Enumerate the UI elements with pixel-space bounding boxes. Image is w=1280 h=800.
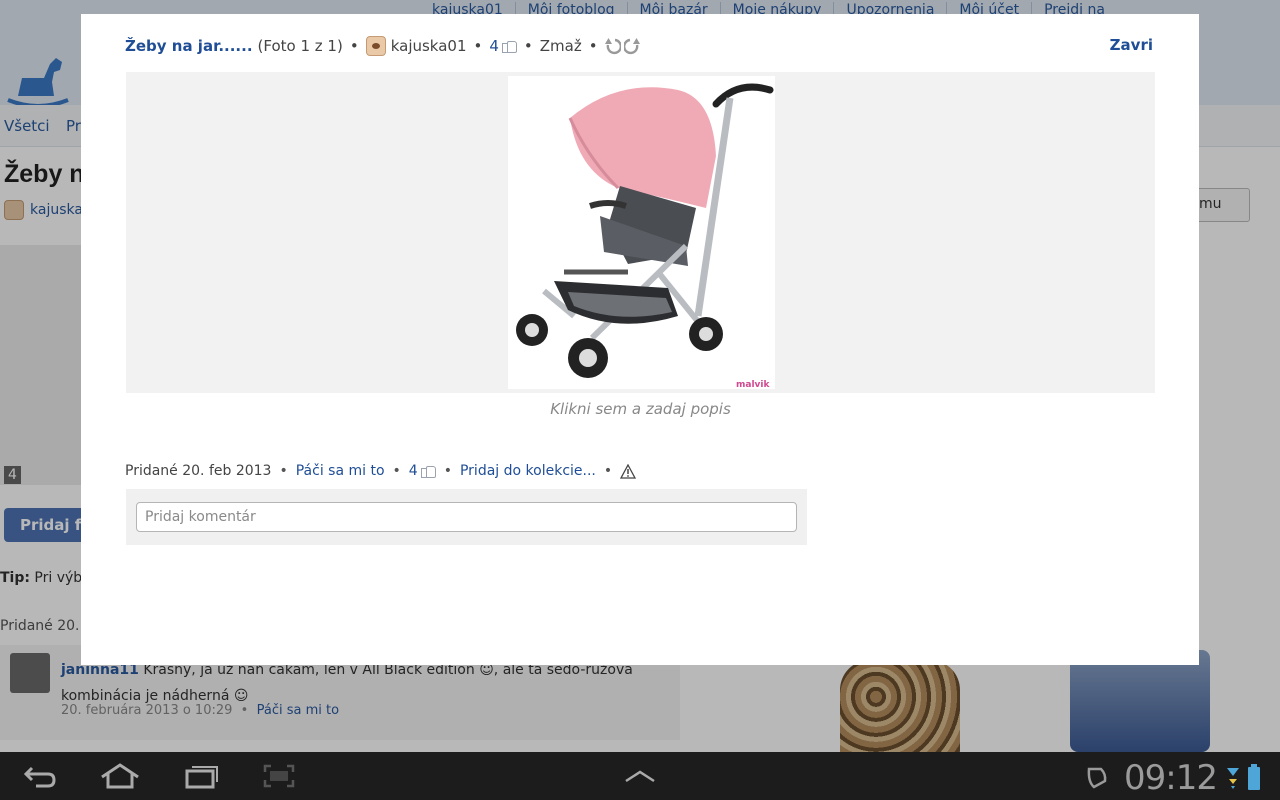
thumbs-up-icon[interactable] [420,464,436,479]
close-button[interactable]: Zavri [1110,36,1153,54]
like-count[interactable]: 4 [489,37,499,55]
author-name[interactable]: kajuska01 [391,37,467,55]
system-navigation-bar: 09:12 [0,752,1280,800]
thumbs-up-icon[interactable] [501,39,517,54]
chevron-up-icon [625,770,655,783]
like-link[interactable]: Páči sa mi to [296,463,385,479]
stroller-photo[interactable]: malvik [508,76,775,389]
add-to-collection-link[interactable]: Pridaj do kolekcie... [460,463,596,479]
photo-modal: Žeby na jar...... (Foto 1 z 1) • kajuska… [81,14,1199,665]
photo-viewer: malvik [126,72,1155,393]
comment-box [126,489,807,545]
screenshot-icon [263,764,295,788]
report-warning-icon[interactable] [620,463,637,479]
wifi-signal-icon [1227,768,1239,789]
notification-icon[interactable] [1084,766,1110,790]
photo-meta: Pridané 20. feb 2013 • Páči sa mi to • 4… [125,463,637,479]
battery-icon [1248,764,1260,790]
rotate-controls [604,37,640,55]
modal-header: Žeby na jar...... (Foto 1 z 1) • kajuska… [125,36,640,56]
caption-placeholder[interactable]: Klikni sem a zadaj popis [126,400,1155,418]
delete-link[interactable]: Zmaž [540,37,582,55]
photo-title[interactable]: Žeby na jar...... [125,37,253,55]
expand-bar-button[interactable] [616,760,664,792]
screenshot-button[interactable] [255,760,303,792]
author-avatar [365,36,386,56]
photo-watermark: malvik [736,380,770,389]
rotate-right-icon[interactable] [623,37,640,55]
back-icon [23,766,56,788]
back-button[interactable] [16,760,64,792]
rotate-left-icon[interactable] [604,37,621,55]
home-icon [101,763,139,789]
clock[interactable]: 09:12 [1124,758,1218,798]
home-button[interactable] [96,760,144,792]
recent-apps-button[interactable] [177,760,225,792]
photo-count: (Foto 1 z 1) [257,37,343,55]
recent-apps-icon [185,766,218,789]
comment-input[interactable] [136,502,797,532]
meta-like-count[interactable]: 4 [409,463,418,479]
added-date: Pridané 20. feb 2013 [125,463,272,479]
